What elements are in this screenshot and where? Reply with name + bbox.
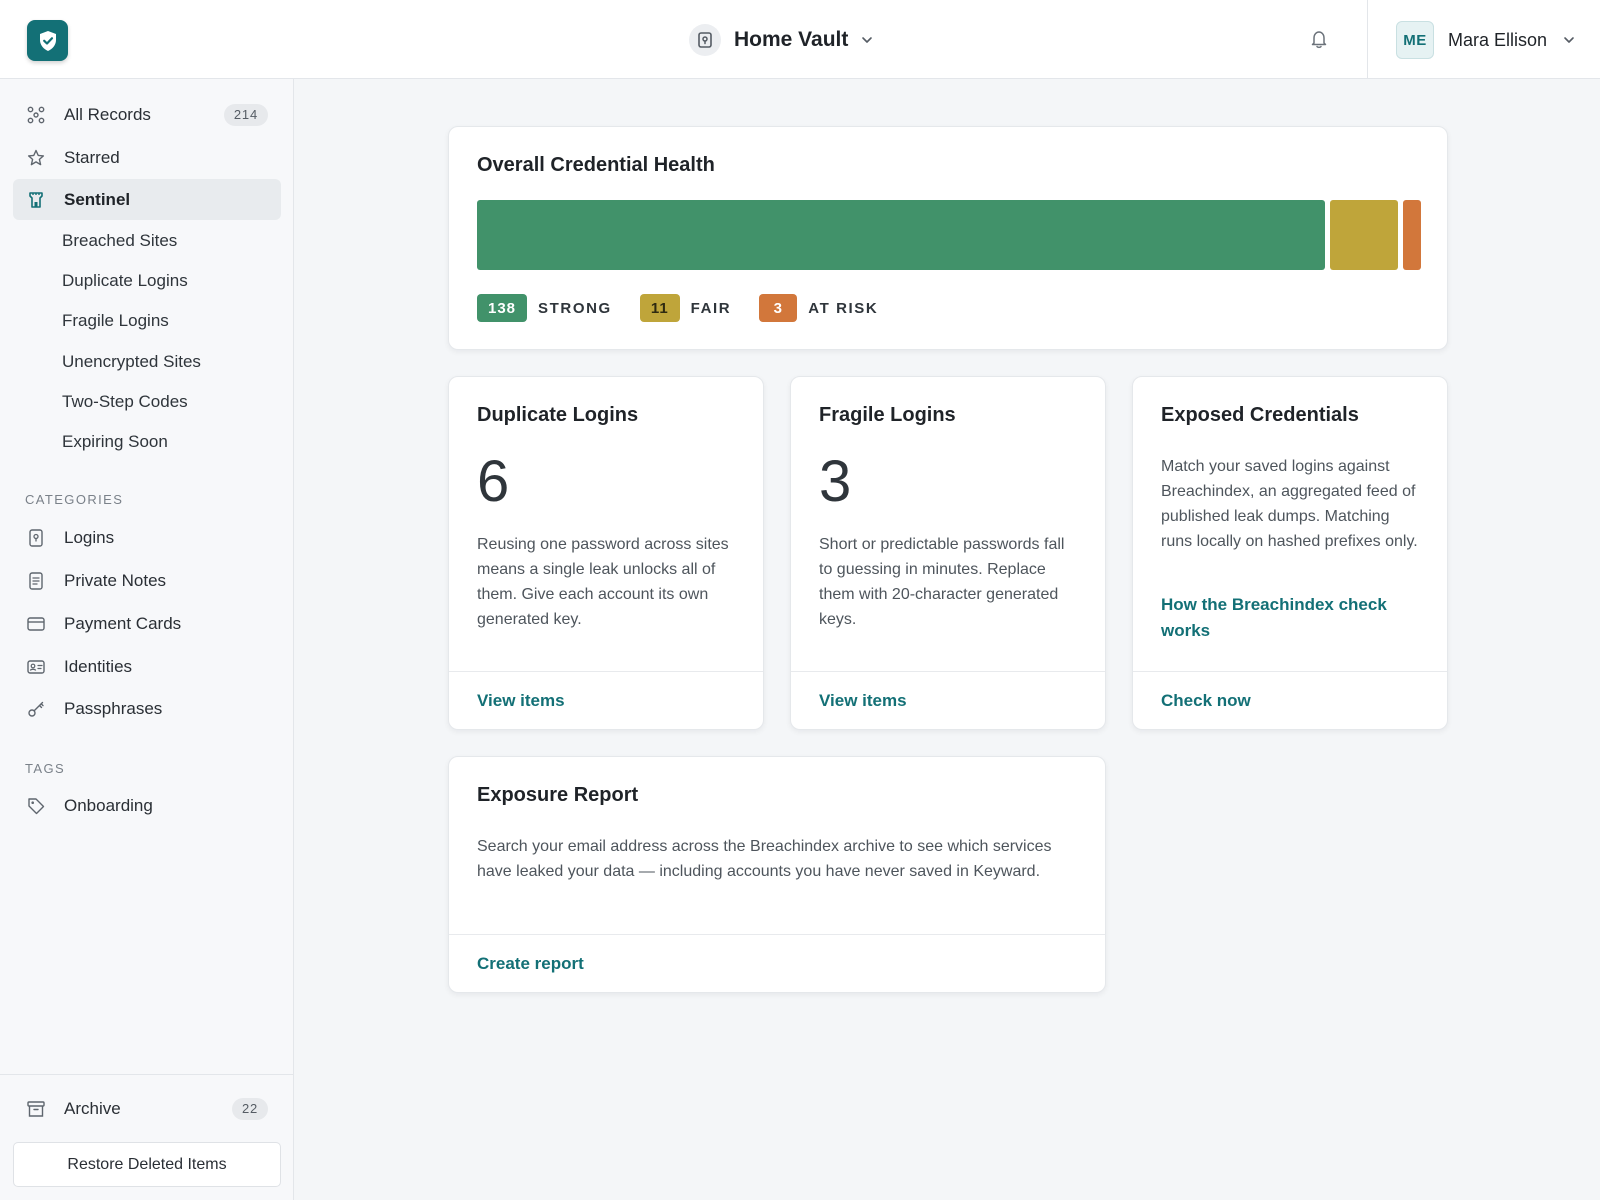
duplicate-logins-card: Duplicate Logins 6 Reusing one password … bbox=[448, 376, 764, 730]
sidebar-item-sentinel[interactable]: Sentinel bbox=[13, 179, 281, 220]
user-name: Mara Ellison bbox=[1448, 29, 1548, 50]
app-logo[interactable] bbox=[27, 20, 68, 61]
star-icon bbox=[27, 149, 45, 167]
user-menu[interactable]: ME Mara Ellison bbox=[1396, 21, 1575, 59]
at-risk-count-badge: 3 bbox=[759, 294, 798, 322]
legend-label: STRONG bbox=[538, 299, 612, 317]
card-title: Exposure Report bbox=[477, 784, 639, 806]
key-icon bbox=[27, 700, 45, 718]
grid-nodes-icon bbox=[27, 106, 45, 124]
fair-segment bbox=[1329, 200, 1398, 270]
vault-switcher[interactable]: Home Vault bbox=[689, 22, 873, 58]
card-footer: View items bbox=[791, 671, 1105, 729]
card-title: Fragile Logins bbox=[819, 404, 956, 426]
legend-at-risk: 3 AT RISK bbox=[759, 294, 878, 322]
tags-heading: TAGS bbox=[25, 761, 66, 776]
card-description: Match your saved logins against Breachin… bbox=[1161, 458, 1418, 550]
card-title: Overall Credential Health bbox=[477, 154, 715, 176]
at-risk-segment bbox=[1402, 200, 1421, 270]
card-footer: View items bbox=[449, 671, 763, 729]
tag-icon bbox=[27, 797, 45, 815]
sidebar-item-identities[interactable]: Identities bbox=[13, 646, 281, 687]
card-description: Reusing one password across sites means … bbox=[477, 536, 729, 628]
health-legend: 138 STRONG 11 FAIR 3 AT RISK bbox=[477, 294, 906, 322]
card-footer: Create report bbox=[449, 934, 1105, 992]
note-icon bbox=[27, 571, 45, 590]
categories-heading: CATEGORIES bbox=[25, 492, 124, 507]
shield-check-icon bbox=[38, 30, 58, 52]
sidebar-item-label: Identities bbox=[64, 656, 133, 676]
notifications-bell-icon[interactable] bbox=[1307, 27, 1331, 51]
create-report-link[interactable]: Create report bbox=[477, 951, 584, 977]
sidebar-item-label: Sentinel bbox=[64, 189, 131, 209]
sidebar-item-label: Onboarding bbox=[64, 795, 153, 815]
chevron-down-icon bbox=[861, 36, 873, 44]
view-items-link[interactable]: View items bbox=[819, 688, 907, 714]
sidebar-subitem-fragile-logins[interactable]: Fragile Logins bbox=[62, 306, 169, 336]
card-icon bbox=[27, 615, 45, 633]
header-divider bbox=[1367, 0, 1368, 79]
card-title: Duplicate Logins bbox=[477, 404, 639, 426]
sidebar-item-passphrases[interactable]: Passphrases bbox=[13, 688, 281, 729]
sidebar-item-label: All Records bbox=[64, 104, 151, 124]
sidebar-item-archive[interactable]: Archive 22 bbox=[13, 1088, 281, 1129]
archive-box-icon bbox=[27, 1100, 45, 1118]
sidebar-item-label: Archive bbox=[64, 1098, 121, 1118]
count-badge: 214 bbox=[223, 104, 268, 126]
credential-health-card: Overall Credential Health 138 STRONG 11 … bbox=[448, 126, 1448, 350]
chevron-down-icon bbox=[1563, 36, 1575, 44]
legend-fair: 11 FAIR bbox=[639, 294, 732, 322]
fair-count-badge: 11 bbox=[639, 294, 680, 322]
top-bar: Home Vault ME Mara Ellison bbox=[0, 0, 1600, 79]
sidebar-item-starred[interactable]: Starred bbox=[13, 137, 281, 178]
exposure-report-card: Exposure Report Search your email addres… bbox=[448, 756, 1106, 993]
duplicate-count: 6 bbox=[477, 449, 510, 514]
watchtower-icon bbox=[27, 191, 45, 209]
fragile-logins-card: Fragile Logins 3 Short or predictable pa… bbox=[790, 376, 1106, 730]
exposed-credentials-card: Exposed Credentials Match your saved log… bbox=[1132, 376, 1448, 730]
card-footer: Check now bbox=[1133, 671, 1447, 729]
card-description: Short or predictable passwords fall to g… bbox=[819, 536, 1065, 628]
view-items-link[interactable]: View items bbox=[477, 688, 565, 714]
restore-deleted-items-button[interactable]: Restore Deleted Items bbox=[13, 1142, 281, 1187]
sidebar-item-tag-onboarding[interactable]: Onboarding bbox=[13, 785, 281, 826]
count-badge: 22 bbox=[231, 1098, 268, 1120]
health-bar bbox=[477, 200, 1421, 270]
strong-segment bbox=[477, 200, 1325, 270]
sidebar-subitem-breached-sites[interactable]: Breached Sites bbox=[62, 226, 177, 256]
sidebar-item-all-records[interactable]: All Records 214 bbox=[13, 94, 281, 135]
legend-label: FAIR bbox=[690, 299, 732, 317]
vault-name: Home Vault bbox=[734, 28, 849, 51]
id-card-icon bbox=[27, 658, 45, 676]
sidebar-item-label: Payment Cards bbox=[64, 613, 182, 633]
sidebar: All Records 214 Starred Sentinel Breache… bbox=[0, 79, 294, 1200]
check-now-link[interactable]: Check now bbox=[1161, 688, 1251, 714]
card-description: Search your email address across the Bre… bbox=[477, 838, 1052, 880]
card-title: Exposed Credentials bbox=[1161, 404, 1359, 426]
fragile-count: 3 bbox=[819, 449, 852, 514]
sidebar-item-label: Logins bbox=[64, 527, 115, 547]
sidebar-item-label: Passphrases bbox=[64, 698, 163, 718]
sidebar-subitem-duplicate-logins[interactable]: Duplicate Logins bbox=[62, 266, 188, 296]
sidebar-item-payment-cards[interactable]: Payment Cards bbox=[13, 603, 281, 644]
sidebar-subitem-expiring-soon[interactable]: Expiring Soon bbox=[62, 427, 168, 457]
legend-strong: 138 STRONG bbox=[477, 294, 612, 322]
sidebar-subitem-unencrypted-sites[interactable]: Unencrypted Sites bbox=[62, 347, 201, 377]
login-icon bbox=[27, 528, 45, 547]
vault-icon bbox=[689, 24, 721, 56]
sidebar-item-logins[interactable]: Logins bbox=[13, 517, 281, 558]
avatar: ME bbox=[1396, 21, 1434, 59]
sidebar-item-private-notes[interactable]: Private Notes bbox=[13, 560, 281, 601]
legend-label: AT RISK bbox=[808, 299, 879, 317]
sidebar-item-label: Starred bbox=[64, 147, 120, 167]
breachindex-info-link[interactable]: How the Breachindex check works bbox=[1161, 592, 1411, 644]
strong-count-badge: 138 bbox=[477, 294, 528, 322]
sidebar-item-label: Private Notes bbox=[64, 570, 167, 590]
divider bbox=[0, 1074, 293, 1075]
sidebar-subitem-two-step-codes[interactable]: Two-Step Codes bbox=[62, 387, 188, 417]
